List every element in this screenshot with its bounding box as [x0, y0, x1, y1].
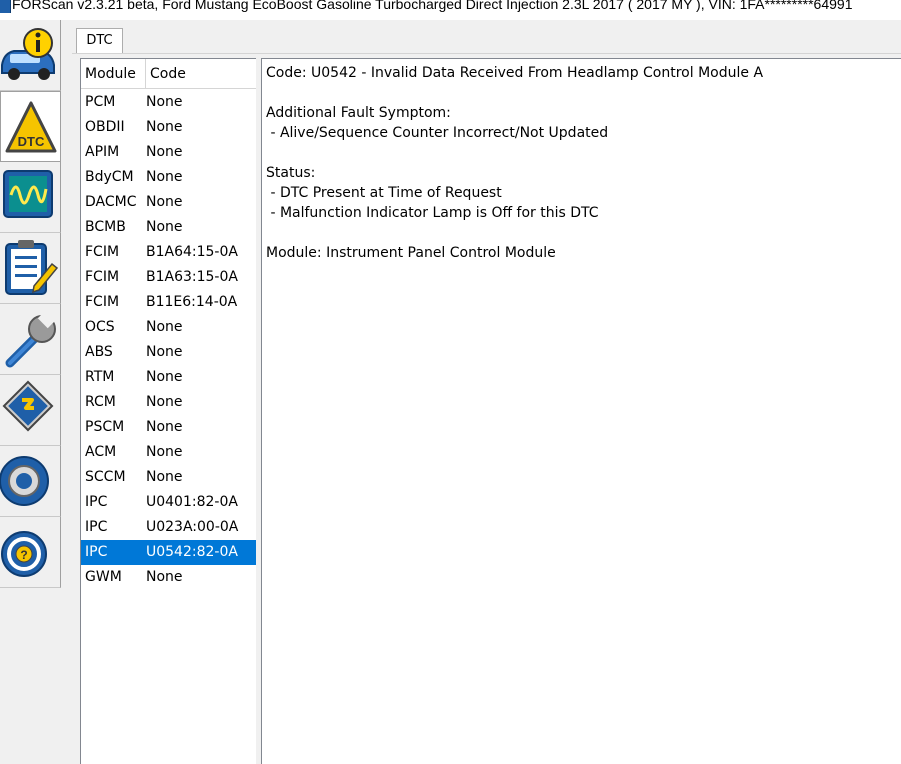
detail-line: - Alive/Sequence Counter Incorrect/Not U…: [266, 125, 609, 141]
code-cell: None: [146, 144, 183, 160]
toolbar-settings-button[interactable]: [0, 446, 61, 517]
code-cell: B11E6:14-0A: [146, 294, 238, 310]
code-cell: None: [146, 319, 183, 335]
code-cell: B1A64:15-0A: [146, 244, 238, 260]
module-cell: ACM: [85, 444, 117, 460]
module-cell: DACMC: [85, 194, 137, 210]
code-cell: None: [146, 94, 183, 110]
table-row[interactable]: DACMC None: [81, 190, 256, 215]
toolbar-help-button[interactable]: ?: [0, 517, 61, 588]
tab-dtc[interactable]: DTC: [76, 28, 123, 54]
code-cell: None: [146, 219, 183, 235]
module-cell: PSCM: [85, 419, 125, 435]
module-cell: FCIM: [85, 244, 120, 260]
table-row[interactable]: SCCM None: [81, 465, 256, 490]
module-cell: GWM: [85, 569, 122, 585]
car-info-icon: [1, 28, 55, 80]
module-cell: BdyCM: [85, 169, 134, 185]
code-cell: None: [146, 419, 183, 435]
code-cell: None: [146, 444, 183, 460]
code-cell: None: [146, 369, 183, 385]
module-cell: IPC: [85, 544, 108, 560]
module-cell: PCM: [85, 94, 116, 110]
table-row[interactable]: PSCM None: [81, 415, 256, 440]
gear-icon: [0, 456, 49, 506]
chip-icon: [2, 380, 54, 432]
toolbar-dtc-button[interactable]: DTC: [0, 91, 61, 162]
detail-line: Status:: [266, 165, 316, 181]
table-row[interactable]: BCMB None: [81, 215, 256, 240]
detail-line: Module: Instrument Panel Control Module: [266, 245, 556, 261]
table-row[interactable]: IPC U0542:82-0A: [81, 540, 256, 565]
toolbar-tests-button[interactable]: [0, 233, 61, 304]
code-cell: None: [146, 469, 183, 485]
table-row[interactable]: BdyCM None: [81, 165, 256, 190]
column-header-module[interactable]: Module: [81, 59, 146, 88]
dtc-detail-pane: Code: U0542 - Invalid Data Received From…: [261, 58, 901, 764]
module-cell: BCMB: [85, 219, 126, 235]
detail-line: - Malfunction Indicator Lamp is Off for …: [266, 205, 599, 221]
code-cell: None: [146, 569, 183, 585]
toolbar-vehicle-info-button[interactable]: [0, 20, 61, 91]
column-header-code[interactable]: Code: [146, 59, 256, 88]
table-row[interactable]: FCIM B1A64:15-0A: [81, 240, 256, 265]
table-row[interactable]: IPC U0401:82-0A: [81, 490, 256, 515]
table-row[interactable]: APIM None: [81, 140, 256, 165]
dtc-rows: PCM None OBDII None APIM None BdyCM None DACMC No…: [81, 90, 256, 590]
checklist-icon: [5, 240, 59, 295]
code-cell: U023A:00-0A: [146, 519, 239, 535]
table-row[interactable]: PCM None: [81, 90, 256, 115]
list-header: Module Code: [81, 59, 256, 89]
table-row[interactable]: FCIM B1A63:15-0A: [81, 265, 256, 290]
dtc-warning-icon: DTC: [5, 101, 57, 153]
code-cell: B1A63:15-0A: [146, 269, 238, 285]
detail-line: - DTC Present at Time of Request: [266, 185, 502, 201]
module-cell: SCCM: [85, 469, 126, 485]
module-cell: OCS: [85, 319, 115, 335]
module-cell: IPC: [85, 519, 108, 535]
code-cell: None: [146, 169, 183, 185]
table-row[interactable]: IPC U023A:00-0A: [81, 515, 256, 540]
left-toolbar: DTC ?: [0, 20, 62, 764]
svg-text:DTC: DTC: [18, 134, 45, 149]
table-row[interactable]: RTM None: [81, 365, 256, 390]
module-cell: APIM: [85, 144, 120, 160]
window-title: FORScan v2.3.21 beta, Ford Mustang EcoBo…: [12, 0, 853, 12]
code-cell: U0542:82-0A: [146, 544, 238, 560]
module-cell: IPC: [85, 494, 108, 510]
toolbar-oscilloscope-button[interactable]: [0, 162, 61, 233]
code-cell: None: [146, 394, 183, 410]
detail-line: Code: U0542 - Invalid Data Received From…: [266, 65, 764, 81]
code-cell: None: [146, 194, 183, 210]
toolbar-configuration-button[interactable]: [0, 375, 61, 446]
app-icon: [0, 0, 11, 13]
module-cell: FCIM: [85, 269, 120, 285]
table-row[interactable]: FCIM B11E6:14-0A: [81, 290, 256, 315]
code-cell: None: [146, 344, 183, 360]
table-row[interactable]: RCM None: [81, 390, 256, 415]
oscilloscope-icon: [3, 170, 53, 218]
tab-divider: [72, 53, 901, 54]
module-cell: ABS: [85, 344, 113, 360]
table-row[interactable]: OCS None: [81, 315, 256, 340]
toolbar-service-button[interactable]: [0, 304, 61, 375]
table-row[interactable]: ACM None: [81, 440, 256, 465]
wrench-icon: [5, 309, 57, 368]
svg-text:?: ?: [20, 548, 27, 562]
dtc-list[interactable]: Module Code PCM None OBDII None APIM None BdyC…: [80, 58, 256, 764]
module-cell: FCIM: [85, 294, 120, 310]
table-row[interactable]: ABS None: [81, 340, 256, 365]
table-row[interactable]: GWM None: [81, 565, 256, 590]
detail-line: Additional Fault Symptom:: [266, 105, 451, 121]
code-cell: None: [146, 119, 183, 135]
module-cell: OBDII: [85, 119, 125, 135]
module-cell: RCM: [85, 394, 116, 410]
help-wheel-icon: ?: [1, 531, 47, 577]
title-bar: FORScan v2.3.21 beta, Ford Mustang EcoBo…: [0, 0, 901, 20]
module-cell: RTM: [85, 369, 115, 385]
table-row[interactable]: OBDII None: [81, 115, 256, 140]
code-cell: U0401:82-0A: [146, 494, 238, 510]
